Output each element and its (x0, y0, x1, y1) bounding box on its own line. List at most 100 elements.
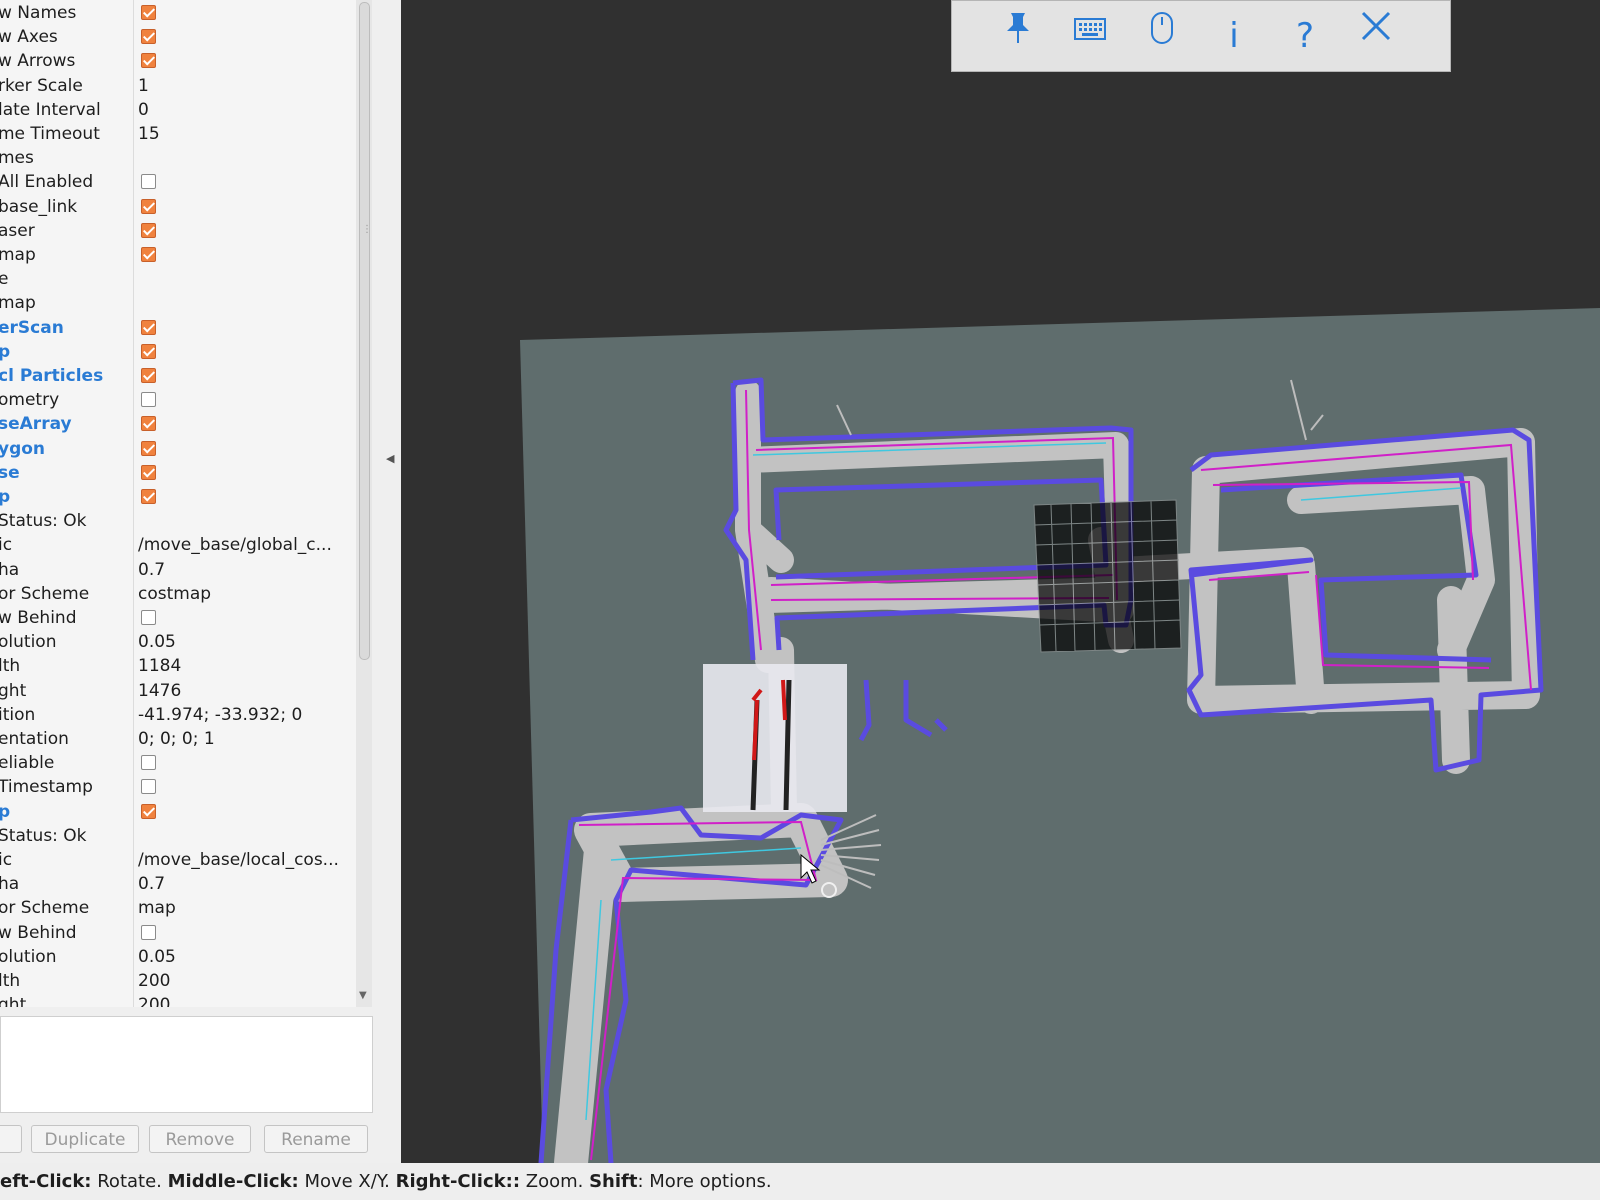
property-checkbox[interactable] (141, 392, 156, 408)
property-row[interactable]: entation 0; 0; 0; 1 (0, 727, 356, 751)
property-row[interactable]: p (0, 340, 356, 364)
property-value[interactable]: 0; 0; 0; 1 (138, 727, 215, 751)
property-row[interactable]: w Behind (0, 921, 356, 945)
map-render[interactable] (401, 0, 1600, 1163)
property-row[interactable]: rker Scale 1 (0, 74, 356, 98)
property-row[interactable]: aser (0, 219, 356, 243)
rename-button[interactable]: Rename (264, 1125, 368, 1153)
property-value[interactable]: 0.7 (138, 558, 165, 582)
property-row[interactable]: w Axes (0, 25, 356, 49)
property-value[interactable]: 0 (138, 98, 149, 122)
property-checkbox[interactable] (141, 5, 156, 20)
property-checkbox[interactable] (141, 222, 156, 238)
property-row[interactable]: olution 0.05 (0, 630, 356, 654)
property-name: w Names (0, 3, 77, 23)
property-row[interactable]: erScan (0, 316, 356, 340)
property-row[interactable]: ha 0.7 (0, 872, 356, 896)
keyboard-icon[interactable] (1066, 11, 1114, 61)
help-icon[interactable]: ? (1281, 11, 1329, 61)
remove-button[interactable]: Remove (149, 1125, 251, 1153)
property-checkbox[interactable] (141, 924, 156, 940)
property-row[interactable]: mes (0, 146, 356, 170)
property-row[interactable]: eliable (0, 751, 356, 775)
local-costmap (703, 664, 847, 812)
property-row[interactable]: se (0, 461, 356, 485)
property-row[interactable]: ic/move_base/local_cos... (0, 848, 356, 872)
property-row[interactable]: lth 1184 (0, 654, 356, 678)
property-row[interactable]: ometry (0, 388, 356, 412)
property-value[interactable]: /move_base/local_cos... (138, 848, 339, 872)
property-checkbox[interactable] (141, 489, 156, 504)
property-name: Timestamp (0, 777, 93, 798)
property-row[interactable]: cl Particles (0, 364, 356, 388)
property-checkbox[interactable] (141, 416, 156, 432)
property-row[interactable]: w Behind (0, 606, 356, 630)
property-checkbox[interactable] (141, 755, 156, 771)
pin-icon[interactable] (994, 11, 1042, 61)
property-value[interactable]: 1476 (138, 679, 181, 703)
property-row[interactable]: w Names (0, 1, 356, 25)
property-row[interactable]: ic/move_base/global_c... (0, 533, 356, 557)
property-checkbox[interactable] (141, 53, 156, 69)
property-checkbox[interactable] (141, 198, 156, 214)
property-checkbox[interactable] (141, 343, 156, 359)
property-row[interactable]: or Scheme map (0, 896, 356, 920)
property-value[interactable]: 0.05 (138, 945, 176, 969)
mouse-icon[interactable] (1138, 11, 1186, 61)
property-row[interactable]: late Interval 0 (0, 98, 356, 122)
property-row[interactable]: w Arrows (0, 49, 356, 73)
property-value[interactable]: -41.974; -33.932; 0 (138, 703, 302, 727)
property-checkbox[interactable] (141, 247, 156, 262)
property-row[interactable]: me Timeout 15 (0, 122, 356, 146)
property-name: aser (0, 220, 35, 241)
property-row[interactable]: map (0, 291, 356, 315)
property-row[interactable]: ght 200 (0, 993, 356, 1007)
property-checkbox[interactable] (141, 174, 156, 190)
property-row[interactable]: map (0, 243, 356, 267)
property-value[interactable]: 0.7 (138, 872, 165, 896)
property-checkbox[interactable] (141, 319, 156, 335)
property-value[interactable]: 0.05 (138, 630, 176, 654)
property-value[interactable]: map (138, 896, 176, 920)
splitter-grip[interactable]: ⋮ (362, 224, 372, 235)
duplicate-button[interactable]: Duplicate (31, 1125, 139, 1153)
info-icon[interactable]: i (1210, 11, 1258, 61)
property-row[interactable]: Timestamp (0, 775, 356, 799)
3d-viewport[interactable]: i ? (401, 0, 1600, 1163)
property-checkbox[interactable] (141, 440, 156, 456)
property-checkbox[interactable] (141, 368, 156, 383)
property-value[interactable]: 1184 (138, 654, 181, 678)
property-value[interactable]: /move_base/global_c... (138, 533, 332, 557)
close-icon[interactable] (1352, 11, 1400, 61)
property-row[interactable]: ght 1476 (0, 679, 356, 703)
property-checkbox[interactable] (141, 464, 156, 480)
property-row[interactable]: e (0, 267, 356, 291)
scroll-down-arrow[interactable]: ▼ (359, 990, 367, 1001)
collapse-panel-arrow[interactable]: ◀ (386, 452, 394, 465)
property-value[interactable]: 200 (138, 969, 170, 993)
property-row[interactable]: Status: Ok (0, 824, 356, 848)
property-row[interactable]: lth 200 (0, 969, 356, 993)
property-checkbox[interactable] (141, 779, 156, 795)
property-row[interactable]: olution 0.05 (0, 945, 356, 969)
property-row[interactable]: ition -41.974; -33.932; 0 (0, 703, 356, 727)
property-row[interactable]: Status: Ok (0, 509, 356, 533)
property-row[interactable]: p (0, 800, 356, 824)
property-value[interactable]: 200 (138, 993, 170, 1007)
property-value[interactable]: costmap (138, 582, 211, 606)
property-row[interactable]: ha 0.7 (0, 558, 356, 582)
add-button[interactable] (0, 1125, 22, 1153)
property-checkbox[interactable] (141, 29, 156, 45)
property-row[interactable]: seArray (0, 412, 356, 436)
property-name: map (0, 293, 36, 314)
property-row[interactable]: All Enabled (0, 170, 356, 194)
property-row[interactable]: ygon (0, 437, 356, 461)
property-value[interactable]: 1 (138, 74, 149, 98)
property-row[interactable]: base_link (0, 195, 356, 219)
property-checkbox[interactable] (141, 610, 156, 625)
property-row[interactable]: p (0, 485, 356, 509)
property-value[interactable]: 15 (138, 122, 160, 146)
property-row[interactable]: or Scheme costmap (0, 582, 356, 606)
property-checkbox[interactable] (141, 803, 156, 819)
scrollbar-thumb[interactable] (359, 2, 370, 660)
